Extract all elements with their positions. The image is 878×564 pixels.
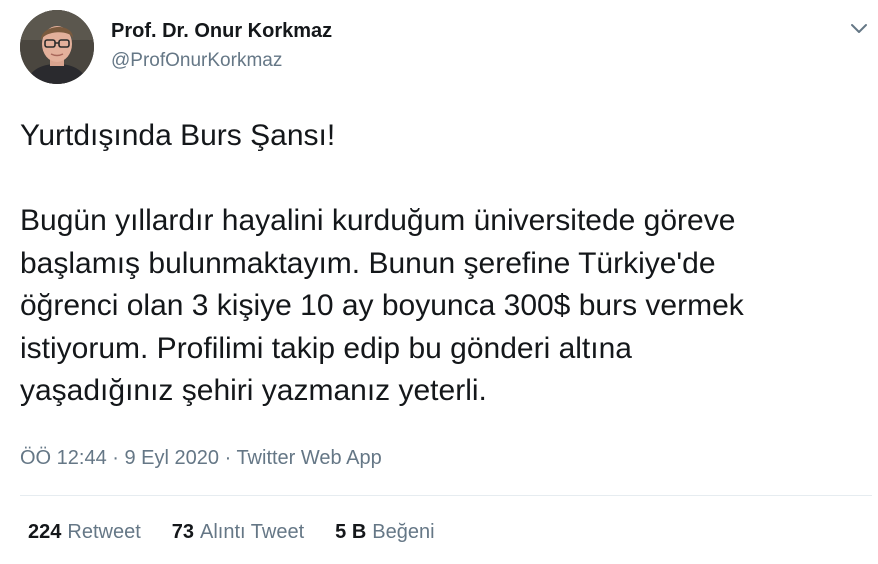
tweet-line: başlamış bulunmaktayım. Bunun şerefine T… [20, 246, 716, 280]
like-label: Beğeni [372, 521, 435, 543]
like-count: 5 B [335, 521, 367, 543]
tweet-card: Prof. Dr. Onur Korkmaz @ProfOnurKorkmaz … [0, 0, 878, 564]
tweet-line: Bugün yıllardır hayalini kurduğum üniver… [20, 204, 736, 237]
quote-label: Alıntı Tweet [200, 521, 305, 543]
meta-separator: · [106, 447, 125, 469]
like-count-link[interactable]: 5 B Beğeni [335, 521, 434, 544]
retweet-count: 224 [28, 521, 62, 543]
quote-count-link[interactable]: 73 Alıntı Tweet [172, 521, 304, 544]
tweet-line: Yurtdışında Burs Şansı! [20, 119, 336, 152]
author-name[interactable]: Prof. Dr. Onur Korkmaz [111, 20, 332, 43]
chevron-down-icon[interactable] [846, 16, 872, 42]
tweet-time[interactable]: ÖÖ 12:44 [20, 447, 107, 469]
tweet-stats: 224 Retweet 73 Alıntı Tweet 5 B Beğeni [28, 521, 435, 544]
quote-count: 73 [171, 521, 194, 543]
tweet-meta: ÖÖ 12:44 · 9 Eyl 2020 · Twitter Web App [20, 447, 382, 470]
avatar-photo [20, 10, 94, 84]
tweet-text: Yurtdışında Burs Şansı! Bugün yıllardır … [20, 115, 865, 413]
tweet-date[interactable]: 9 Eyl 2020 [125, 447, 220, 469]
avatar[interactable] [20, 10, 94, 84]
tweet-source[interactable]: Twitter Web App [236, 447, 381, 469]
author-handle[interactable]: @ProfOnurKorkmaz [111, 50, 282, 72]
retweet-label: Retweet [67, 521, 141, 543]
tweet-line-break [20, 158, 865, 201]
meta-separator: · [219, 447, 237, 469]
tweet-line: öğrenci olan 3 kişiye 10 ay boyunca 300$… [20, 289, 744, 322]
tweet-line: istiyorum. Profilimi takip edip bu gönde… [20, 331, 632, 365]
retweet-count-link[interactable]: 224 Retweet [28, 521, 141, 544]
divider [20, 495, 872, 496]
tweet-line: yaşadığınız şehiri yazmanız yeterli. [20, 374, 487, 407]
